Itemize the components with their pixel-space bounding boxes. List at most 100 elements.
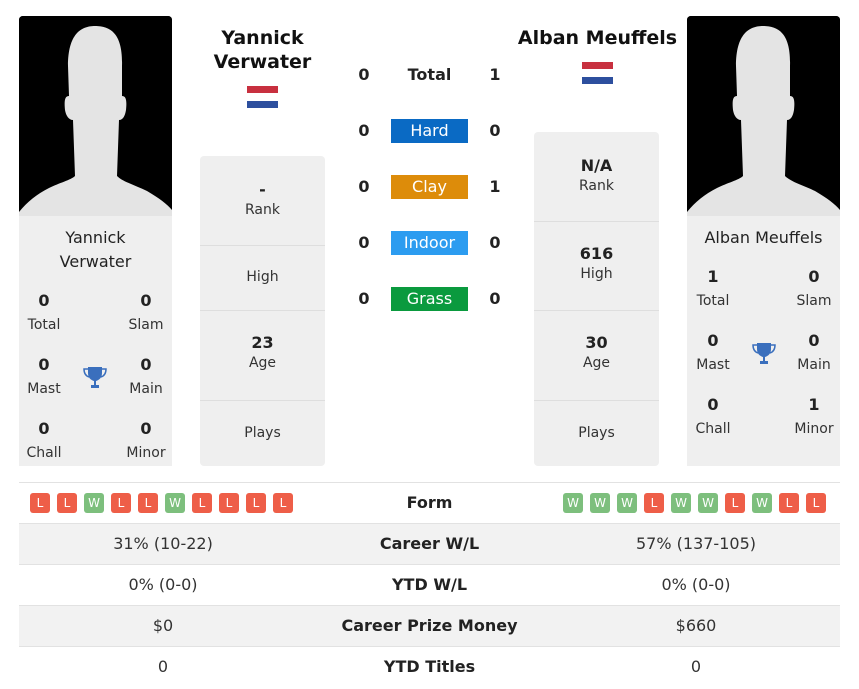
stat-value: 0 [38, 419, 50, 438]
age-value: 30 [585, 333, 608, 352]
player1-name-line1[interactable]: Yannick [190, 26, 335, 50]
ytd-wl-row: 0% (0-0) YTD W/L 0% (0-0) [19, 564, 840, 605]
form-badge-loss[interactable]: L [111, 493, 131, 513]
player2-high: 616 High [534, 222, 659, 311]
player1-titles-mast: 0 Mast [14, 355, 74, 399]
player2-titles-main: 0 Main [784, 331, 844, 375]
surface-badge-grass: Grass [391, 287, 468, 311]
rank-value: N/A [580, 156, 613, 175]
form-badge-win[interactable]: W [165, 493, 185, 513]
rank-label: Rank [245, 202, 280, 218]
h2h-row-total: 0 Total 1 [350, 63, 510, 87]
trophy-icon [83, 365, 107, 391]
h2h-p2-value: 1 [489, 177, 501, 196]
stat-label: Minor [794, 421, 834, 437]
netherlands-flag-icon [247, 86, 278, 108]
surface-badge-hard: Hard [391, 119, 468, 143]
form-badge-win[interactable]: W [752, 493, 772, 513]
stat-value: 0 [38, 355, 50, 374]
player1-ytd-wl: 0% (0-0) [128, 575, 198, 594]
stat-label: Chall [26, 445, 62, 461]
form-row: LLWLLWLLLL Form WWWLWWLWLL [19, 482, 840, 523]
form-badge-loss[interactable]: L [779, 493, 799, 513]
career-wl-label: Career W/L [379, 534, 480, 553]
form-badge-win[interactable]: W [617, 493, 637, 513]
h2h-p1-value: 0 [358, 177, 370, 196]
stat-value: 0 [140, 419, 152, 438]
player1-titles-main: 0 Main [116, 355, 176, 399]
form-badge-loss[interactable]: L [138, 493, 158, 513]
surface-badge-clay: Clay [391, 175, 468, 199]
form-badge-win[interactable]: W [698, 493, 718, 513]
plays-label: Plays [578, 425, 615, 441]
player1-info-panel: - Rank High 23 Age Plays [200, 156, 325, 466]
player1-form: LLWLLWLLLL [30, 493, 293, 513]
player2-titles-minor: 1 Minor [784, 395, 844, 439]
player2-card-name: Alban Meuffels [704, 228, 823, 247]
player2-form: WWWLWWLWLL [563, 493, 826, 513]
h2h-p2-value: 0 [489, 289, 501, 308]
player2-ytd-titles: 0 [690, 657, 702, 676]
stat-value: 0 [808, 267, 820, 286]
player1-age: 23 Age [200, 311, 325, 401]
form-badge-loss[interactable]: L [246, 493, 266, 513]
player1-card: Yannick Verwater 0 Total 0 Slam 0 Mast 0… [19, 216, 172, 466]
h2h-p2-value: 0 [489, 233, 501, 252]
h2h-row-hard: 0 Hard 0 [350, 119, 510, 143]
age-value: 23 [251, 333, 274, 352]
form-badge-win[interactable]: W [590, 493, 610, 513]
stat-value: 0 [140, 291, 152, 310]
form-badge-loss[interactable]: L [192, 493, 212, 513]
player1-career-prize: $0 [152, 616, 174, 635]
h2h-row-grass: 0 Grass 0 [350, 287, 510, 311]
career-prize-label: Career Prize Money [341, 616, 518, 635]
player2-titles-mast: 0 Mast [683, 331, 743, 375]
ytd-titles-row: 0 YTD Titles 0 [19, 646, 840, 687]
form-badge-loss[interactable]: L [725, 493, 745, 513]
stat-label: Minor [126, 445, 166, 461]
form-badge-win[interactable]: W [563, 493, 583, 513]
stat-label: Slam [796, 293, 832, 309]
h2h-row-clay: 0 Clay 1 [350, 175, 510, 199]
rank-value: - [259, 180, 266, 199]
plays-label: Plays [244, 425, 281, 441]
form-badge-loss[interactable]: L [273, 493, 293, 513]
stat-value: 0 [707, 331, 719, 350]
player2-name[interactable]: Alban Meuffels [510, 26, 685, 50]
h2h-p1-value: 0 [358, 121, 370, 140]
form-label: Form [406, 493, 453, 512]
form-badge-win[interactable]: W [671, 493, 691, 513]
form-badge-loss[interactable]: L [30, 493, 50, 513]
career-prize-row: $0 Career Prize Money $660 [19, 605, 840, 646]
netherlands-flag-icon [582, 62, 613, 84]
stat-label: Slam [128, 317, 164, 333]
form-badge-win[interactable]: W [84, 493, 104, 513]
stat-label: Mast [696, 357, 730, 373]
player2-titles-chall: 0 Chall [683, 395, 743, 439]
player1-career-wl: 31% (10-22) [113, 534, 213, 553]
stat-value: 0 [38, 291, 50, 310]
player2-ytd-wl: 0% (0-0) [661, 575, 731, 594]
player1-card-name-line1: Yannick [65, 228, 126, 247]
form-badge-loss[interactable]: L [219, 493, 239, 513]
player1-name-line2[interactable]: Verwater [190, 50, 335, 74]
stat-label: Chall [695, 421, 731, 437]
player1-photo [19, 16, 172, 216]
stat-value: 1 [808, 395, 820, 414]
player2-plays: Plays [534, 401, 659, 466]
career-wl-row: 31% (10-22) Career W/L 57% (137-105) [19, 523, 840, 564]
player1-rank: - Rank [200, 156, 325, 246]
player2-info-panel: N/A Rank 616 High 30 Age Plays [534, 132, 659, 466]
form-badge-loss[interactable]: L [644, 493, 664, 513]
form-badge-loss[interactable]: L [57, 493, 77, 513]
player2-age: 30 Age [534, 311, 659, 401]
stat-label: Mast [27, 381, 61, 397]
form-badge-loss[interactable]: L [806, 493, 826, 513]
high-value: 616 [579, 244, 614, 263]
stat-value: 1 [707, 267, 719, 286]
age-label: Age [248, 355, 277, 371]
ytd-titles-label: YTD Titles [383, 657, 476, 676]
player2-titles-total: 1 Total [683, 267, 743, 311]
surface-badge-indoor: Indoor [391, 231, 468, 255]
stat-value: 0 [707, 395, 719, 414]
